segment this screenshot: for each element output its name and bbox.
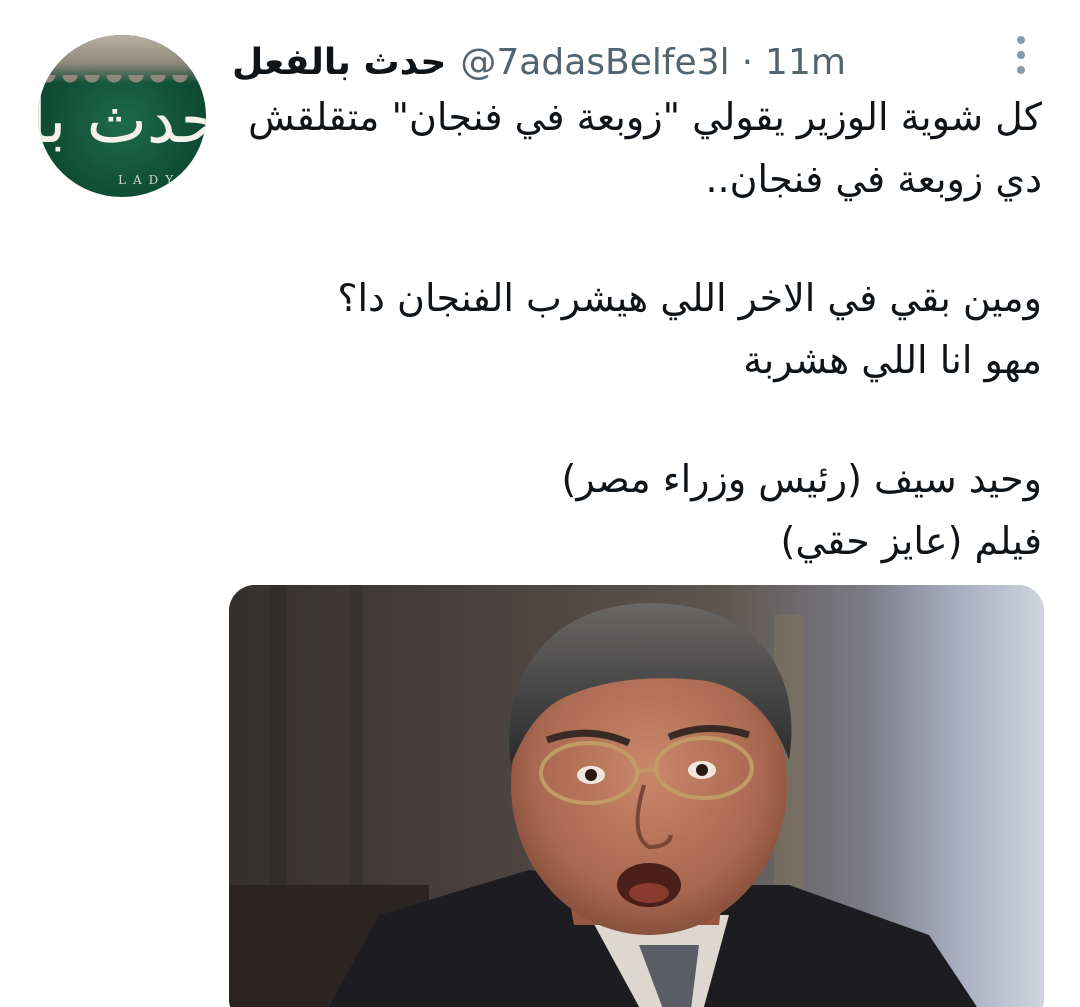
tweet-header: حدث بالفعل @7adasBelfe3l · 11m [232,34,846,90]
tweet-text-line: كل شوية الوزير يقولي "زوبعة في فنجان" مت… [248,95,1042,139]
user-handle[interactable]: @7adasBelfe3l [460,42,729,83]
tweet-media-photo[interactable] [229,585,1044,1007]
tweet-text-line: دي زوبعة في فنجان.. [705,157,1042,201]
tweet-text-line: ومين بقي في الاخر اللي هيشرب الفنجان دا؟ [337,276,1042,320]
separator-dot: · [741,41,754,83]
avatar-sub-text: LADY HA [118,173,206,187]
avatar-torn-paper [38,35,206,89]
photo-illustration [229,585,1044,1007]
tweet-text-line: مهو انا اللي هشربة [743,338,1042,382]
tweet-card: حدث بالفعل LADY HA حدث بالفعل @7adasBelf… [0,0,1080,1007]
avatar-logo-text: حدث بالفعل [38,84,206,158]
avatar[interactable]: حدث بالفعل LADY HA [38,35,206,197]
display-name[interactable]: حدث بالفعل [232,42,446,83]
timestamp[interactable]: 11m [765,42,846,83]
tweet-text-line: وحيد سيف (رئيس وزراء مصر) [561,457,1042,501]
more-vertical-icon[interactable] [1010,36,1032,76]
tweet-text-line: فيلم (عايز حقي) [780,519,1043,563]
